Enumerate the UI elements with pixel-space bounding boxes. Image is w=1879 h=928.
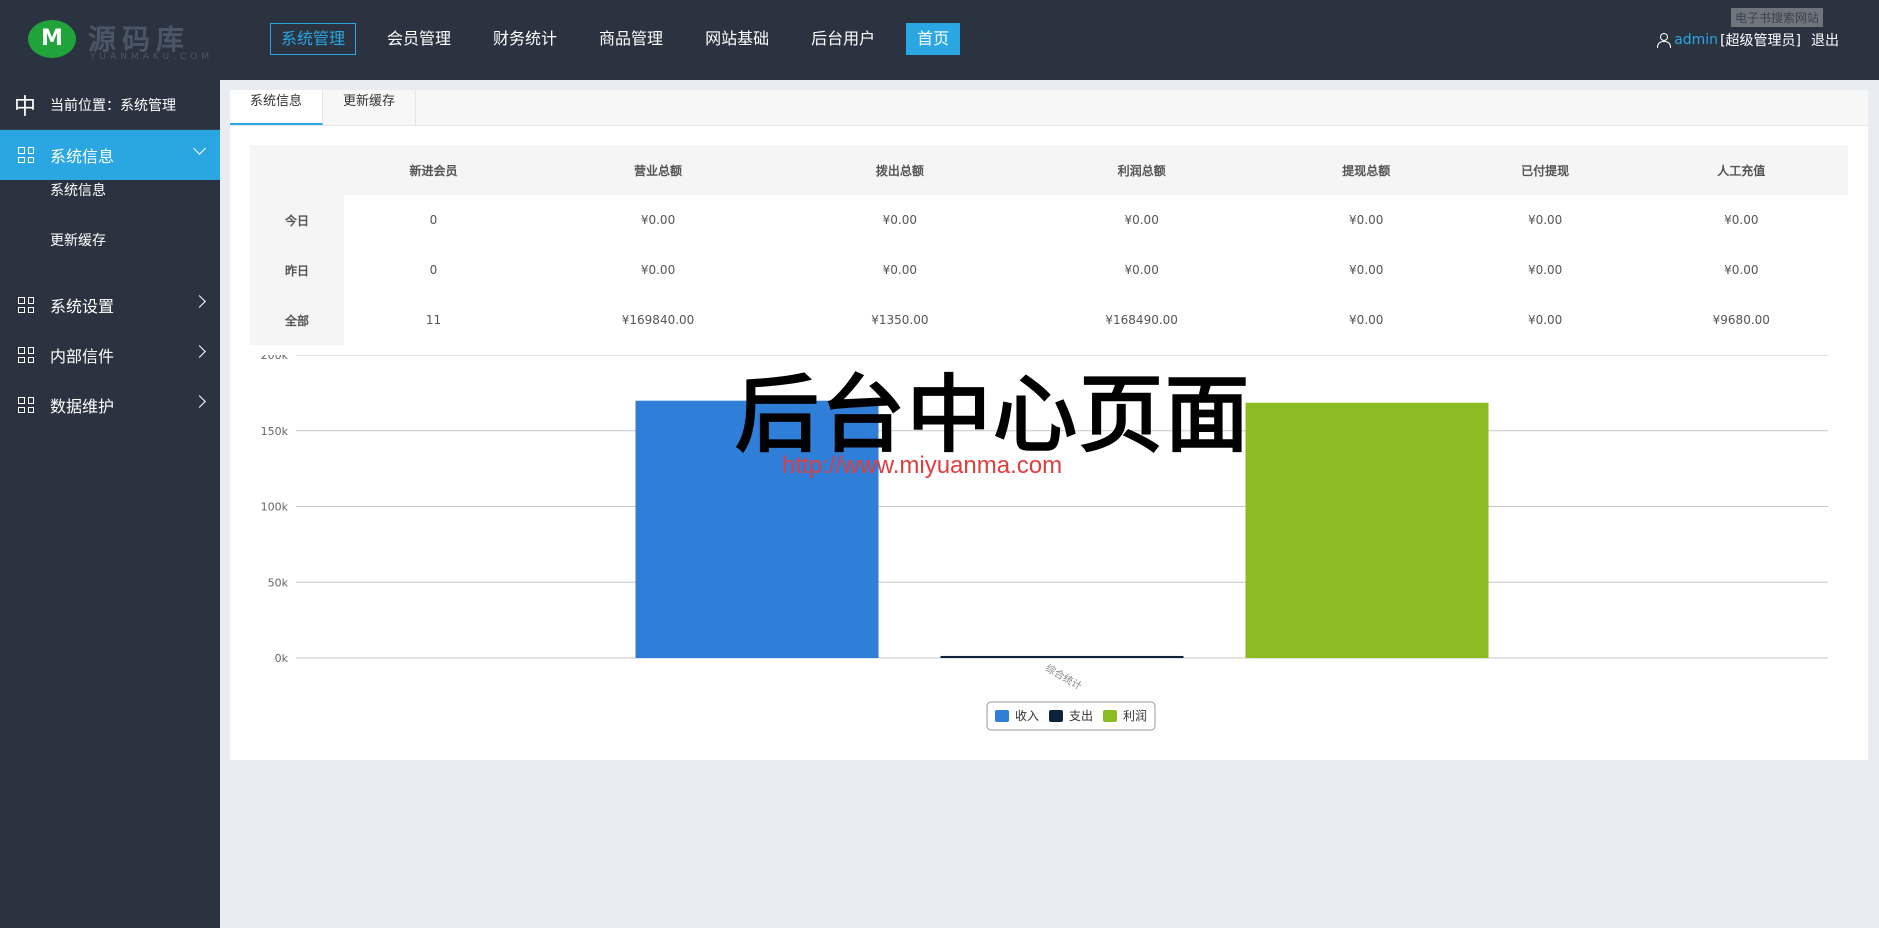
username-link[interactable]: admin — [1674, 32, 1718, 48]
column-header: 提现总额 — [1276, 145, 1456, 195]
table-cell: ¥1350.00 — [871, 313, 929, 327]
y-tick-label: 150k — [261, 425, 289, 438]
user-icon — [1656, 33, 1672, 48]
overlay-title: 后台中心页面 — [735, 366, 1252, 464]
sidebar-item-label: 系统设置 — [50, 297, 115, 316]
table-cell: 11 — [425, 313, 442, 327]
breadcrumb-text: 当前位置：系统管理 — [50, 97, 176, 114]
bar-2 — [940, 655, 1184, 658]
legend-swatch — [1103, 710, 1117, 722]
sidebar: 中 当前位置：系统管理 系统信息 系统信息 更新缓存 系统设置 内部信件 数据维… — [0, 80, 220, 928]
x-category-label: 综合统计 — [1043, 661, 1084, 692]
table-corner-cell — [250, 145, 344, 195]
row-header: 今日 — [250, 195, 344, 245]
table-cell: ¥168490.00 — [1105, 313, 1178, 327]
tab-update-cache[interactable]: 更新缓存 — [323, 90, 417, 125]
sidebar-subitem-update-cache[interactable]: 更新缓存 — [0, 230, 220, 280]
table-cell: ¥0.00 — [1124, 213, 1159, 227]
y-tick-label: 100k — [261, 501, 289, 514]
table-cell: 0 — [429, 263, 438, 277]
column-header: 已付提现 — [1455, 145, 1635, 195]
legend-swatch — [1049, 710, 1063, 722]
table-cell: ¥0.00 — [1349, 263, 1384, 277]
table-cell: ¥0.00 — [882, 213, 918, 227]
column-header: 利润总额 — [1006, 145, 1277, 195]
user-role: [超级管理员] — [1720, 33, 1801, 49]
logout-link[interactable]: 退出 — [1811, 30, 1839, 50]
grid-icon — [18, 347, 34, 363]
column-header: 新进会员 — [344, 145, 523, 195]
row-header: 全部 — [250, 295, 344, 345]
tab-bar: 系统信息 更新缓存 — [230, 90, 1868, 126]
chevron-right-icon — [193, 295, 206, 308]
nav-products[interactable]: 商品管理 — [588, 23, 674, 55]
table-row: 今日 0 ¥0.00 ¥0.00 ¥0.00 ¥0.00 ¥0.00 ¥0.00 — [250, 195, 1848, 245]
corner-tag: 电子书搜索网站 — [1730, 8, 1823, 27]
legend-label: 支出 — [1069, 709, 1093, 723]
y-tick-label: 0k — [275, 652, 289, 665]
table-cell: ¥0.00 — [1349, 313, 1384, 327]
chevron-right-icon — [193, 395, 206, 408]
tab-system-info[interactable]: 系统信息 — [230, 90, 324, 125]
nav-finance[interactable]: 财务统计 — [482, 23, 568, 55]
nav-site[interactable]: 网站基础 — [694, 23, 780, 55]
sidebar-item-system-settings[interactable]: 系统设置 — [0, 280, 220, 330]
top-bar: M 源码库 YUANMAKU.COM 系统管理 会员管理 财务统计 商品管理 网… — [0, 0, 1879, 80]
legend-label: 收入 — [1015, 709, 1039, 723]
column-header: 营业总额 — [522, 145, 794, 195]
nav-members[interactable]: 会员管理 — [376, 23, 462, 55]
table-cell: ¥0.00 — [640, 263, 676, 277]
table-header-row: 新进会员 营业总额 拨出总额 利润总额 提现总额 已付提现 人工充值 — [250, 145, 1848, 195]
nav-admin-users[interactable]: 后台用户 — [800, 23, 886, 55]
user-area: admin [超级管理员] 退出 — [1656, 30, 1839, 50]
table-cell: ¥0.00 — [1124, 263, 1159, 277]
top-nav: 系统管理 会员管理 财务统计 商品管理 网站基础 后台用户 首页 — [270, 23, 980, 55]
table-cell: ¥0.00 — [882, 263, 918, 277]
table-cell: ¥9680.00 — [1712, 313, 1770, 327]
table-cell: 0 — [429, 213, 438, 227]
column-header: 人工充值 — [1634, 145, 1848, 195]
table-cell: ¥0.00 — [1527, 263, 1563, 277]
y-tick-label: 200k — [261, 355, 289, 362]
bar-3 — [1245, 402, 1489, 658]
logo-subtext: YUANMAKU.COM — [90, 52, 214, 62]
sidebar-item-label: 系统信息 — [50, 147, 115, 166]
grid-icon — [18, 147, 34, 163]
grid-icon — [18, 297, 34, 313]
overlay-url: http://www.miyuanma.com — [782, 452, 1063, 479]
nav-system[interactable]: 系统管理 — [270, 23, 357, 55]
legend-swatch — [995, 710, 1009, 722]
chevron-right-icon — [193, 345, 206, 358]
row-header: 昨日 — [250, 245, 344, 295]
chevron-down-icon — [193, 142, 206, 155]
sidebar-subitem-system-info[interactable]: 系统信息 — [0, 180, 220, 230]
sidebar-item-data-maintenance[interactable]: 数据维护 — [0, 380, 220, 430]
breadcrumb: 中 当前位置：系统管理 — [0, 80, 220, 130]
stats-table: 新进会员 营业总额 拨出总额 利润总额 提现总额 已付提现 人工充值 今日 0 … — [250, 145, 1848, 345]
logo-mark-icon: M — [28, 20, 76, 58]
table-cell: ¥169840.00 — [621, 313, 695, 327]
sidebar-item-label: 内部信件 — [50, 347, 115, 366]
table-cell: ¥0.00 — [1724, 263, 1759, 277]
table-cell: ¥0.00 — [1724, 213, 1759, 227]
sidebar-item-label: 数据维护 — [50, 397, 115, 416]
table-cell: ¥0.00 — [1527, 313, 1563, 327]
table-cell: ¥0.00 — [640, 213, 676, 227]
sidebar-item-internal-mail[interactable]: 内部信件 — [0, 330, 220, 380]
sidebar-item-system-info[interactable]: 系统信息 — [0, 130, 220, 180]
table-cell: ¥0.00 — [1527, 213, 1563, 227]
grid-icon — [18, 397, 34, 413]
y-tick-label: 50k — [268, 576, 289, 589]
legend-label: 利润 — [1123, 709, 1147, 723]
nav-home[interactable]: 首页 — [906, 23, 961, 55]
column-header: 拨出总额 — [793, 145, 1007, 195]
table-row: 全部 11 ¥169840.00 ¥1350.00 ¥168490.00 ¥0.… — [250, 295, 1848, 345]
logo[interactable]: M 源码库 YUANMAKU.COM — [28, 18, 218, 62]
signpost-icon: 中 — [13, 94, 36, 120]
table-row: 昨日 0 ¥0.00 ¥0.00 ¥0.00 ¥0.00 ¥0.00 ¥0.00 — [250, 245, 1848, 295]
table-cell: ¥0.00 — [1349, 213, 1384, 227]
